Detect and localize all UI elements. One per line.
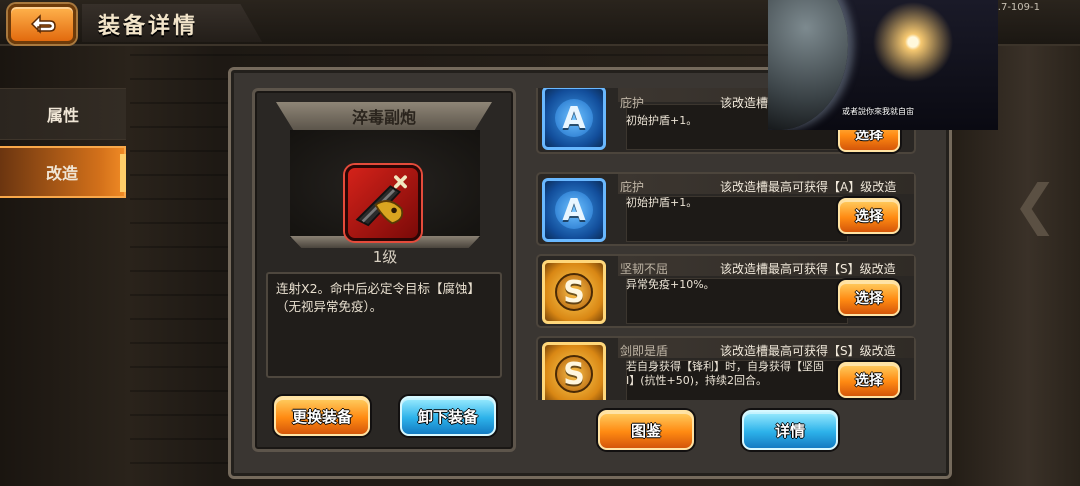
poison-cannon-icon[interactable] [345,165,421,241]
grade-letter: S [555,273,593,311]
grade-letter: S [555,355,593,393]
equipment-name: 淬毒副炮 [351,108,416,127]
equipment-description: 连射X2。命中后必定令目标【腐蚀】（无视异常免疫）。 [276,281,481,314]
overlay-subtitle: 或者說你來我就自宙 [842,107,914,116]
grade-a-badge-icon: A [542,88,606,150]
select-button[interactable]: 选择 [838,362,900,398]
select-button[interactable]: 选择 [838,280,900,316]
chevron-left-icon: ❮ [1012,173,1058,236]
detail-button[interactable]: 详情 [742,410,838,450]
back-button[interactable] [8,4,76,44]
slot-name: 庇护 [620,96,645,110]
grade-letter: A [555,191,593,229]
tab-modify[interactable]: 改造 [0,146,126,198]
version-label: 1.7-109-1 [991,2,1040,13]
slot-name: 坚韧不屈 [620,262,669,276]
return-arrow-icon [30,14,56,34]
grade-s-badge-icon: S [542,260,606,324]
change-equipment-button[interactable]: 更换装备 [274,396,370,436]
slot-name: 庇护 [620,180,645,194]
grade-a-badge-icon: A [542,178,606,242]
slot-cap: 该改造槽最高可获得【A】级改造 [720,180,897,194]
slot-effect: 若自身获得【锋利】时，自身获得【坚固Ⅰ】(抗性+50)，持续2回合。 [626,360,824,387]
slot-effect: 异常免疫+10%。 [626,278,715,291]
remove-equipment-button[interactable]: 卸下装备 [400,396,496,436]
grade-letter: A [555,99,593,137]
slot-cap: 该改造槽最高可获得【S】级改造 [720,344,896,358]
slot-cap: 该改造槽最高可获得【S】级改造 [720,262,896,276]
slot-effect: 初始护盾+1。 [626,196,698,209]
equipment-level: 1级 [372,248,398,266]
planet-image [768,0,848,130]
atlas-button[interactable]: 图鉴 [598,410,694,450]
tab-attributes[interactable]: 属性 [0,88,126,140]
grade-s-badge-icon: S [542,342,606,400]
sidebar: 属性 改造 [0,80,126,280]
slot-name: 剑即是盾 [620,344,669,358]
page-title: 装备详情 [98,14,199,39]
select-button[interactable]: 选择 [838,198,900,234]
video-overlay[interactable]: 或者說你來我就自宙 [768,0,998,130]
